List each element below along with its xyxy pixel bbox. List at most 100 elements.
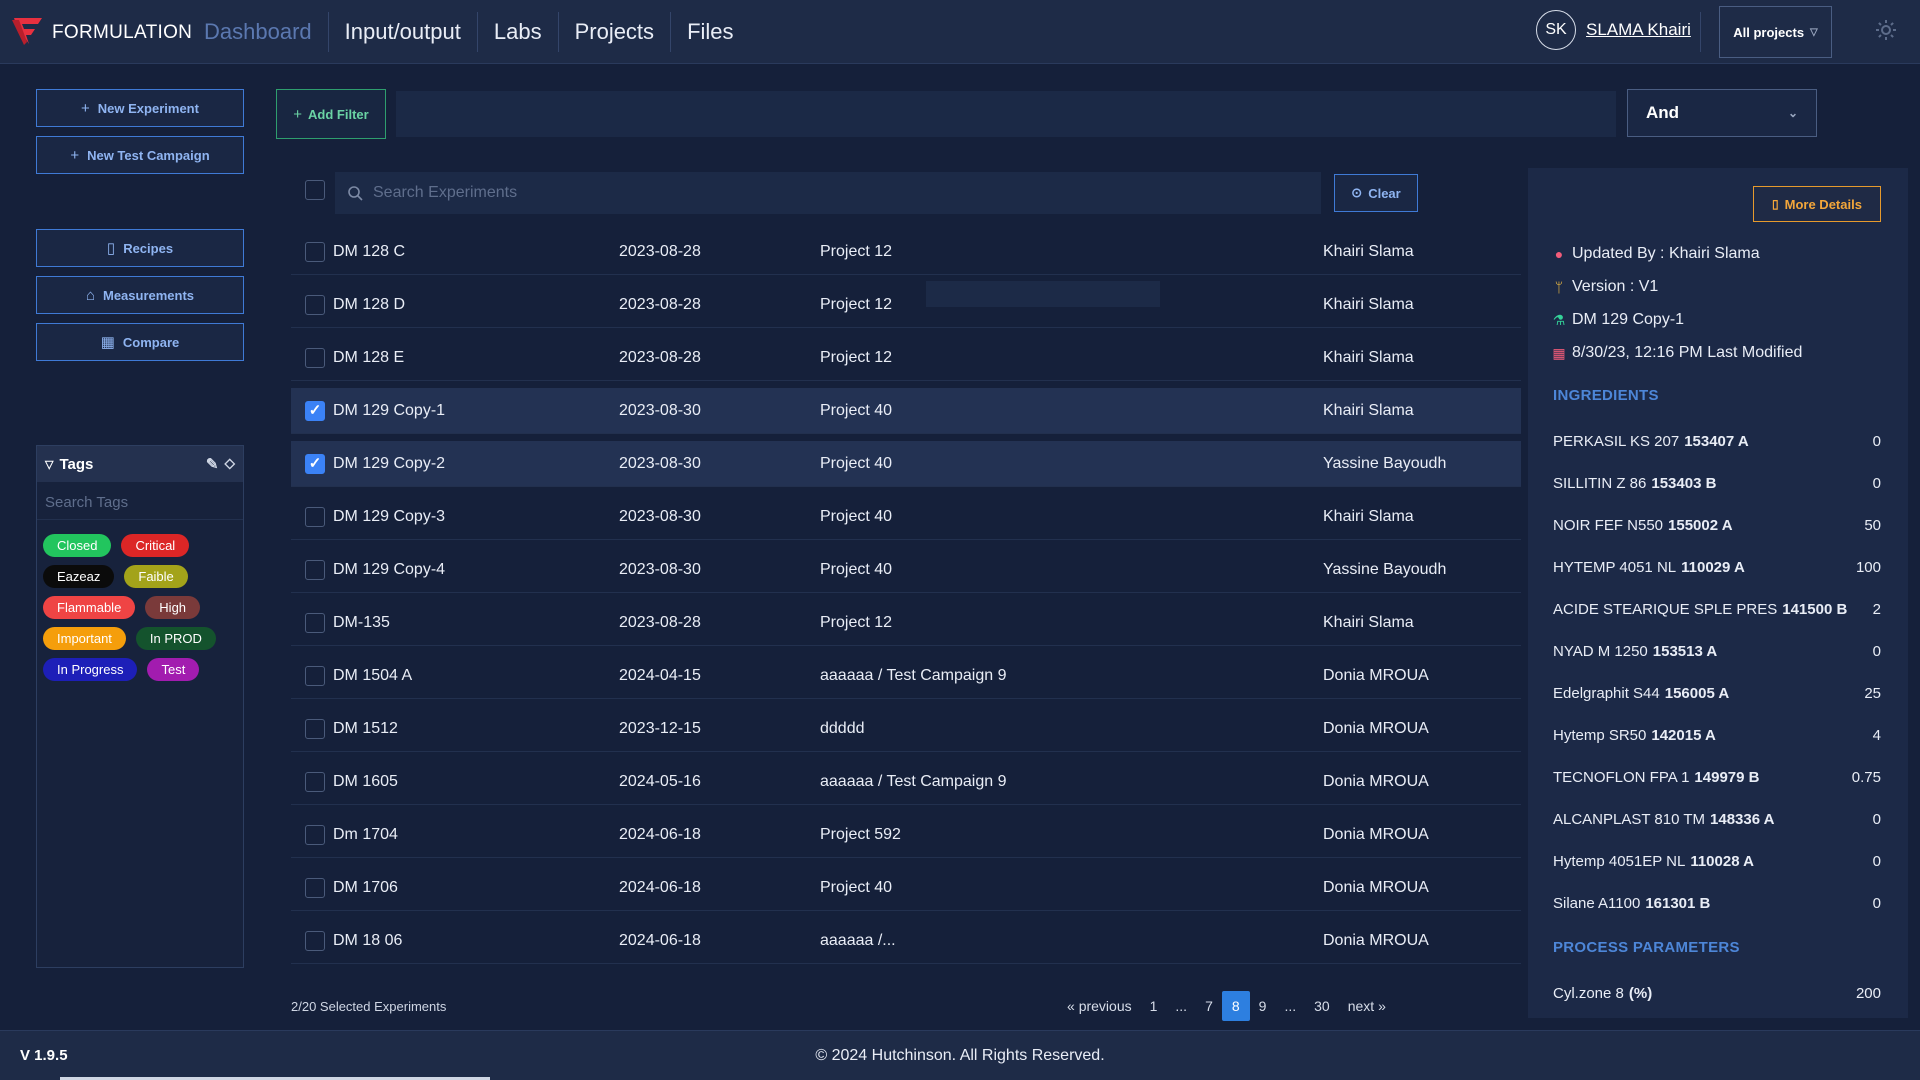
experiment-name: DM-135 xyxy=(333,614,390,631)
measurements-button[interactable]: ⌂ Measurements xyxy=(36,276,244,314)
tags-panel: ▽ Tags ✎ ⬦ Search Tags Closed Critical E… xyxy=(36,445,244,968)
table-row-selected[interactable]: ✓ DM 129 Copy-1 2023-08-30 Project 40 Khairi… xyxy=(291,388,1521,434)
page-link[interactable]: 1 xyxy=(1141,991,1167,1021)
table-row[interactable]: DM 1706 2024-06-18 Project 40 Donia MROUA xyxy=(291,865,1521,911)
version-text: Version : V1 xyxy=(1572,278,1659,295)
experiment-date: 2024-05-16 xyxy=(619,773,701,790)
row-checkbox[interactable] xyxy=(305,666,325,686)
tag-chip-in-prod[interactable]: In PROD xyxy=(135,627,216,650)
experiment-owner: Khairi Slama xyxy=(1323,508,1414,525)
user-name-link[interactable]: SLAMA Khairi xyxy=(1586,20,1691,40)
experiment-date: 2024-04-15 xyxy=(619,667,701,684)
more-details-button[interactable]: ▯ More Details xyxy=(1753,186,1881,222)
table-row[interactable]: DM-135 2023-08-28 Project 12 Khairi Slama xyxy=(291,600,1521,646)
calendar-icon: ▦ xyxy=(1552,344,1566,361)
ingredient-row: Hytemp 4051EP NL 110028 A 0 xyxy=(1553,853,1881,870)
ingredient-value: 0 xyxy=(1872,811,1881,828)
selection-status: 2/20 Selected Experiments xyxy=(291,999,447,1014)
tags-header[interactable]: ▽ Tags ✎ ⬦ xyxy=(37,446,243,482)
row-checkbox[interactable] xyxy=(305,772,325,792)
page-link[interactable]: 9 xyxy=(1250,991,1276,1021)
tag-chip-in-progress[interactable]: In Progress xyxy=(43,658,138,681)
pagination-previous[interactable]: « previous xyxy=(1058,991,1141,1021)
avatar[interactable]: SK xyxy=(1536,10,1576,50)
new-test-campaign-button[interactable]: + New Test Campaign xyxy=(36,136,244,174)
edit-pencil-icon[interactable]: ✎ xyxy=(206,455,219,473)
table-row[interactable]: DM 128 D 2023-08-28 Project 12 Khairi Slama xyxy=(291,282,1521,328)
page-link[interactable]: 7 xyxy=(1196,991,1222,1021)
compare-button[interactable]: ▦ Compare xyxy=(36,323,244,361)
tag-icon[interactable]: ⬦ xyxy=(224,455,235,473)
nav-dashboard[interactable]: Dashboard xyxy=(188,12,329,52)
tag-search-input[interactable]: Search Tags xyxy=(37,486,243,520)
select-all-checkbox[interactable] xyxy=(305,180,325,200)
row-checkbox[interactable] xyxy=(305,719,325,739)
table-row[interactable]: DM 1512 2023-12-15 ddddd Donia MROUA xyxy=(291,706,1521,752)
row-checkbox[interactable] xyxy=(305,931,325,951)
previous-label: previous xyxy=(1078,998,1132,1014)
row-checkbox[interactable] xyxy=(305,613,325,633)
row-checkbox[interactable] xyxy=(305,242,325,262)
tag-chip-eazeaz[interactable]: Eazeaz xyxy=(43,565,115,588)
tag-chip-important[interactable]: Important xyxy=(43,627,126,650)
row-checkbox[interactable] xyxy=(305,560,325,580)
row-checkbox[interactable] xyxy=(305,507,325,527)
ingredient-value: 2 xyxy=(1872,601,1881,618)
brand-logo[interactable]: FORMULATION xyxy=(10,14,192,48)
tag-chip-faible[interactable]: Faible xyxy=(124,565,188,588)
gear-icon[interactable] xyxy=(1874,18,1898,42)
row-checkbox[interactable] xyxy=(305,878,325,898)
filter-operator-select[interactable]: And ⌄ xyxy=(1627,89,1817,137)
search-icon xyxy=(348,186,363,201)
page-link-current[interactable]: 8 xyxy=(1221,991,1250,1021)
tag-chip-flammable[interactable]: Flammable xyxy=(43,596,136,619)
nav-projects[interactable]: Projects xyxy=(559,12,672,52)
formulation-logo-icon xyxy=(12,18,42,45)
experiment-name: DM 1512 xyxy=(333,720,398,737)
row-checkbox-checked[interactable]: ✓ xyxy=(305,401,325,421)
experiment-search-input[interactable]: Search Experiments xyxy=(335,172,1321,214)
ingredient-code: 153403 B xyxy=(1651,475,1717,492)
table-row[interactable]: DM 129 Copy-3 2023-08-30 Project 40 Khairi … xyxy=(291,494,1521,540)
experiment-date: 2023-08-30 xyxy=(619,455,701,472)
row-checkbox-checked[interactable]: ✓ xyxy=(305,454,325,474)
ingredient-value: 50 xyxy=(1864,517,1881,534)
experiment-owner: Khairi Slama xyxy=(1323,243,1414,260)
ingredient-name: ALCANPLAST 810 TM xyxy=(1553,811,1706,828)
book-open-icon: ▯ xyxy=(1772,197,1779,211)
tag-chip-closed[interactable]: Closed xyxy=(43,534,112,557)
clear-button[interactable]: ⊙ Clear xyxy=(1334,174,1418,212)
project-select[interactable]: All projects ▽ xyxy=(1719,6,1832,58)
user-menu[interactable]: SK SLAMA Khairi xyxy=(1536,10,1691,50)
tag-chip-critical[interactable]: Critical xyxy=(121,534,190,557)
tag-chips: Closed Critical Eazeaz Faible Flammable … xyxy=(37,520,237,695)
row-checkbox[interactable] xyxy=(305,348,325,368)
table-row[interactable]: DM 1605 2024-05-16 aaaaaa / Test Campaign … xyxy=(291,759,1521,805)
tag-chip-test[interactable]: Test xyxy=(147,658,200,681)
add-filter-button[interactable]: + Add Filter xyxy=(276,89,386,139)
collapse-triangle-icon[interactable]: ▽ xyxy=(45,458,53,471)
table-row[interactable]: DM 129 Copy-4 2023-08-30 Project 40 Yassine… xyxy=(291,547,1521,593)
page-link[interactable]: 30 xyxy=(1305,991,1339,1021)
row-checkbox[interactable] xyxy=(305,825,325,845)
pagination-next[interactable]: next » xyxy=(1339,991,1395,1021)
table-row[interactable]: DM 1504 A 2024-04-15 aaaaaa / Test Campaig… xyxy=(291,653,1521,699)
row-checkbox[interactable] xyxy=(305,295,325,315)
nav-labs[interactable]: Labs xyxy=(478,12,559,52)
table-row[interactable]: DM 128 C 2023-08-28 Project 12 Khairi Slama xyxy=(291,229,1521,275)
new-experiment-button[interactable]: + New Experiment xyxy=(36,89,244,127)
tag-chip-high[interactable]: High xyxy=(145,596,201,619)
table-row[interactable]: DM 128 E 2023-08-28 Project 12 Khairi Slama xyxy=(291,335,1521,381)
table-row[interactable]: Dm 1704 2024-06-18 Project 592 Donia MROUA xyxy=(291,812,1521,858)
nav-files[interactable]: Files xyxy=(671,12,749,52)
user-icon: ● xyxy=(1554,246,1564,262)
nav-input-output[interactable]: Input/output xyxy=(329,12,478,52)
table-row-selected[interactable]: ✓ DM 129 Copy-2 2023-08-30 Project 40 Yassin… xyxy=(291,441,1521,487)
experiment-owner: Donia MROUA xyxy=(1323,879,1429,896)
parameter-unit: (%) xyxy=(1628,985,1653,1002)
divider xyxy=(1700,12,1701,52)
table-row[interactable]: DM 18 06 2024-06-18 aaaaaa /... Donia MROUA xyxy=(291,918,1521,964)
recipes-button[interactable]: ▯ Recipes xyxy=(36,229,244,267)
filter-input[interactable] xyxy=(396,91,1616,137)
version-info: ᛘ Version : V1 xyxy=(1552,278,1658,296)
